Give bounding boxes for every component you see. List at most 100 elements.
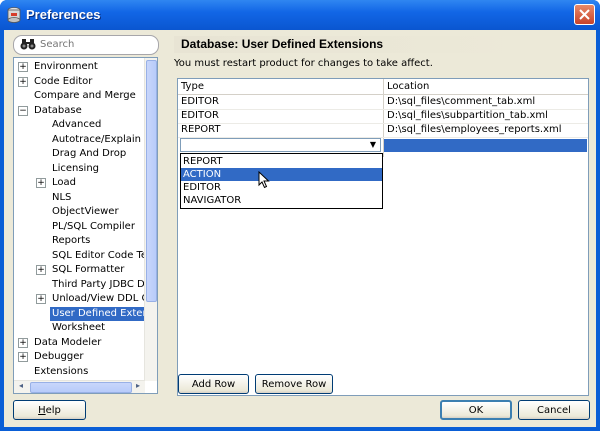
- mouse-pointer-icon: [258, 170, 270, 192]
- extensions-table[interactable]: Type Location EDITOR D:\sql_files\commen…: [177, 78, 589, 396]
- window-title: Preferences: [26, 7, 101, 22]
- tree-item[interactable]: Licensing: [14, 162, 145, 176]
- tree-item[interactable]: Autotrace/Explain Plan: [14, 133, 157, 147]
- tree-item-label: SQL Formatter: [52, 264, 125, 275]
- scroll-right-icon[interactable]: ▸: [133, 381, 143, 391]
- page-header: Database: User Defined Extensions: [174, 36, 522, 53]
- column-header-type-label: Type: [181, 81, 204, 92]
- close-button[interactable]: [574, 4, 595, 25]
- tree-item-label: Licensing: [52, 162, 100, 174]
- help-label: elp: [45, 404, 61, 416]
- tree-item-label: Advanced: [52, 119, 102, 130]
- tree-item[interactable]: − Database: [14, 104, 145, 118]
- tree-item-label: Database: [34, 104, 82, 116]
- location-cell[interactable]: D:\sql_files\comment_tab.xml: [384, 95, 535, 109]
- app-icon: [6, 7, 22, 23]
- tree-item-label: PL/SQL Compiler: [52, 220, 135, 232]
- table-row[interactable]: REPORT D:\sql_files\employees_reports.xm…: [178, 123, 588, 138]
- tree-item[interactable]: Advanced: [14, 118, 145, 132]
- expand-icon[interactable]: +: [36, 178, 46, 188]
- scroll-left-icon[interactable]: ◂: [16, 381, 26, 391]
- tree-item[interactable]: Extensions: [14, 365, 145, 379]
- preferences-tree[interactable]: + Environment + Code Editor Compare and Merg…: [13, 57, 158, 394]
- dropdown-option-report[interactable]: REPORT: [181, 155, 382, 168]
- expand-icon[interactable]: +: [18, 337, 28, 348]
- tree-item-label: Reports: [52, 235, 91, 246]
- tree-item-label: Code Editor: [34, 75, 93, 87]
- type-combo-box[interactable]: ▼: [180, 138, 381, 152]
- tree-item-label: Compare and Merge: [34, 90, 136, 101]
- restart-notice: You must restart product for changes to …: [174, 58, 433, 69]
- ok-button[interactable]: OK: [440, 400, 512, 420]
- tree-item[interactable]: Drag And Drop: [14, 147, 145, 161]
- binoculars-icon: [20, 38, 36, 54]
- tree-item-label: Unload/View DDL Options: [52, 293, 157, 304]
- column-header-location-label: Location: [387, 81, 430, 92]
- tree-item[interactable]: User Defined Extensions: [14, 306, 157, 321]
- search-input[interactable]: [40, 37, 150, 52]
- search-box[interactable]: [13, 35, 159, 55]
- dropdown-option-navigator[interactable]: NAVIGATOR: [181, 194, 382, 207]
- type-dropdown-list[interactable]: REPORT ACTION EDITOR NAVIGATOR: [180, 153, 383, 209]
- tree-item-label: User Defined Extensions: [50, 306, 157, 321]
- table-row[interactable]: EDITOR D:\sql_files\subpartition_tab.xml: [178, 109, 588, 124]
- expand-icon[interactable]: +: [18, 62, 28, 72]
- tree-item-label: Data Modeler: [34, 336, 102, 348]
- column-header-location[interactable]: Location: [384, 79, 588, 95]
- tree-item[interactable]: Third Party JDBC Drivers: [14, 278, 157, 292]
- tree-item-label: Debugger: [34, 351, 84, 362]
- tree-item-label: Drag And Drop: [52, 148, 127, 159]
- close-icon: [579, 9, 590, 20]
- help-mnemonic: H: [38, 404, 46, 416]
- tree-item-label: Extensions: [34, 365, 89, 377]
- type-cell[interactable]: EDITOR: [178, 109, 219, 123]
- editing-row-location-cell[interactable]: [384, 139, 587, 152]
- tree-item[interactable]: PL/SQL Compiler: [14, 220, 145, 234]
- tree-item-label: SQL Editor Code Templates: [52, 249, 157, 261]
- tree-item[interactable]: + Unload/View DDL Options: [14, 292, 157, 306]
- tree-vertical-scrollbar[interactable]: [144, 58, 157, 381]
- dropdown-option-action[interactable]: ACTION: [181, 168, 382, 181]
- help-button[interactable]: Help: [13, 400, 86, 420]
- collapse-icon[interactable]: −: [18, 105, 28, 116]
- dropdown-option-editor[interactable]: EDITOR: [181, 181, 382, 194]
- tree-item[interactable]: + Data Modeler: [14, 336, 145, 350]
- tree-item[interactable]: Reports: [14, 234, 145, 248]
- table-row[interactable]: EDITOR D:\sql_files\comment_tab.xml: [178, 95, 588, 110]
- expand-icon[interactable]: +: [18, 76, 28, 87]
- tree-item[interactable]: + Code Editor: [14, 75, 145, 89]
- type-cell[interactable]: EDITOR: [178, 95, 219, 109]
- tree-item[interactable]: + SQL Formatter: [14, 263, 145, 277]
- add-row-button[interactable]: Add Row: [178, 374, 249, 394]
- tree-item[interactable]: Compare and Merge: [14, 89, 145, 103]
- tree-item-label: NLS: [52, 191, 72, 203]
- tree-horizontal-scroll-thumb[interactable]: [30, 382, 132, 393]
- tree-item[interactable]: ObjectViewer: [14, 205, 145, 219]
- tree-item[interactable]: + Environment: [14, 60, 145, 74]
- expand-icon[interactable]: +: [18, 352, 28, 362]
- expand-icon[interactable]: +: [36, 294, 46, 304]
- tree-item-label: ObjectViewer: [52, 206, 119, 217]
- location-cell[interactable]: D:\sql_files\employees_reports.xml: [384, 123, 562, 137]
- type-cell[interactable]: REPORT: [178, 123, 221, 137]
- tree-item[interactable]: + Load: [14, 176, 145, 190]
- tree-item-label: Third Party JDBC Drivers: [52, 278, 157, 290]
- tree-item[interactable]: + Debugger: [14, 350, 145, 364]
- column-header-type[interactable]: Type: [178, 79, 383, 95]
- tree-item[interactable]: SQL Editor Code Templates: [14, 249, 157, 263]
- tree-horizontal-scrollbar[interactable]: ◂ ▸: [14, 380, 145, 393]
- expand-icon[interactable]: +: [36, 265, 46, 275]
- tree-item[interactable]: NLS: [14, 191, 145, 205]
- cancel-button[interactable]: Cancel: [518, 400, 590, 420]
- tree-item-label: Load: [52, 177, 76, 188]
- location-cell[interactable]: D:\sql_files\subpartition_tab.xml: [384, 109, 548, 123]
- page-title: Database: User Defined Extensions: [181, 37, 384, 51]
- tree-item-label: Worksheet: [52, 322, 106, 333]
- tree-item-label: Environment: [34, 61, 98, 72]
- tree-vertical-scroll-thumb[interactable]: [146, 60, 157, 302]
- title-bar[interactable]: Preferences: [0, 0, 600, 30]
- remove-row-button[interactable]: Remove Row: [255, 374, 333, 394]
- tree-item-label: Autotrace/Explain Plan: [52, 133, 158, 145]
- tree-item[interactable]: Worksheet: [14, 321, 145, 335]
- chevron-down-icon[interactable]: ▼: [367, 140, 379, 150]
